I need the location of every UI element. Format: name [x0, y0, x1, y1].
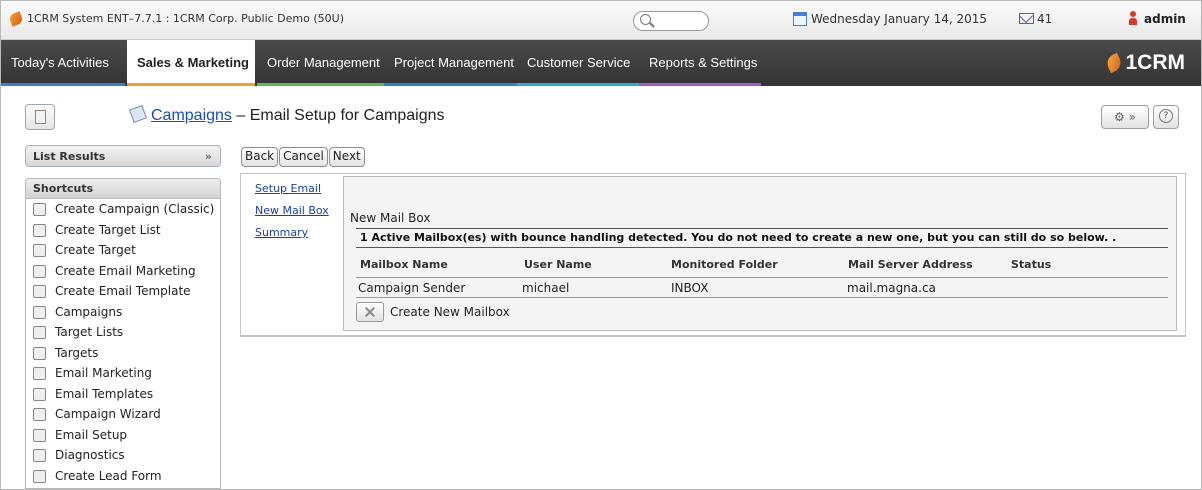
nav-color-bar: [517, 83, 639, 86]
nav-sales-marketing[interactable]: Sales & Marketing: [127, 40, 255, 86]
search-box[interactable]: [633, 11, 709, 31]
wizard-buttons: Back Cancel Next: [241, 147, 366, 167]
email-template-icon: [33, 285, 46, 298]
user-menu[interactable]: admin: [1144, 12, 1186, 26]
gear-icon: ⚙ »: [1114, 110, 1136, 124]
bounce-notice: 1 Active Mailbox(es) with bounce handlin…: [360, 231, 1117, 244]
help-icon: ?: [1159, 109, 1173, 123]
target-list-icon: [33, 326, 46, 339]
page-title: Campaigns – Email Setup for Campaigns: [129, 105, 444, 125]
lead-form-icon: [33, 469, 46, 483]
create-new-mailbox-button[interactable]: Create New Mailbox: [356, 302, 510, 322]
step-new-mail-box[interactable]: New Mail Box: [255, 204, 329, 217]
shortcut-email-templates[interactable]: Email Templates: [26, 384, 220, 405]
diagnostics-icon: [33, 449, 46, 462]
next-button[interactable]: Next: [328, 147, 365, 167]
divider: [356, 247, 1168, 248]
target-list-icon: [33, 223, 46, 237]
campaigns-link[interactable]: Campaigns: [151, 107, 232, 124]
nav-project-management[interactable]: Project Management: [384, 40, 517, 86]
user-icon[interactable]: [1129, 11, 1137, 25]
col-monitored-folder: Monitored Folder: [671, 258, 778, 271]
shortcut-email-marketing[interactable]: Email Marketing: [26, 363, 220, 384]
cell-mailbox-name: Campaign Sender: [358, 281, 466, 295]
shortcut-create-target-list[interactable]: Create Target List: [26, 220, 220, 241]
shortcut-email-setup[interactable]: Email Setup: [26, 425, 220, 446]
cell-user-name: michael: [522, 281, 570, 295]
cell-monitored-folder: INBOX: [671, 281, 709, 295]
mail-icon[interactable]: [1019, 13, 1034, 24]
divider: [356, 277, 1168, 278]
settings-menu-button[interactable]: ⚙ »: [1101, 105, 1149, 129]
document-icon: [35, 110, 46, 124]
nav-color-bar: [1, 83, 125, 86]
nav-color-bar: [257, 83, 384, 86]
shortcut-campaigns[interactable]: Campaigns: [26, 302, 220, 323]
shortcuts-panel: Shortcuts Create Campaign (Classic) Crea…: [25, 178, 221, 489]
divider: [356, 228, 1168, 229]
window-title: 1CRM System ENT–7.7.1 : 1CRM Corp. Publi…: [27, 12, 344, 25]
email-setup-icon: [33, 428, 46, 442]
shortcut-create-email-template[interactable]: Create Email Template: [26, 281, 220, 302]
nav-reports-settings[interactable]: Reports & Settings: [639, 40, 761, 86]
new-mailbox-section: New Mail Box 1 Active Mailbox(es) with b…: [343, 176, 1177, 331]
shortcut-create-lead-form[interactable]: Create Lead Form: [26, 466, 220, 487]
create-mailbox-icon[interactable]: [356, 302, 384, 322]
col-user-name: User Name: [524, 258, 592, 271]
app-window: 1CRM System ENT–7.7.1 : 1CRM Corp. Publi…: [0, 0, 1202, 490]
shortcut-create-email-marketing[interactable]: Create Email Marketing: [26, 261, 220, 282]
nav-customer-service[interactable]: Customer Service: [517, 40, 639, 86]
section-title: New Mail Box: [350, 211, 431, 225]
current-date[interactable]: Wednesday January 14, 2015: [811, 12, 987, 26]
list-results-panel[interactable]: List Results »: [25, 145, 221, 167]
mail-count[interactable]: 41: [1037, 12, 1052, 26]
target-icon: [33, 346, 46, 360]
wizard-panel: Setup Email New Mail Box Summary New Mai…: [240, 173, 1186, 337]
col-mail-server-address: Mail Server Address: [848, 258, 973, 271]
sidebar-toggle-button[interactable]: [25, 104, 55, 130]
email-marketing-icon: [33, 367, 46, 380]
col-status: Status: [1011, 258, 1052, 271]
cell-mail-server: mail.magna.ca: [847, 281, 936, 295]
campaign-icon: [33, 203, 46, 216]
col-mailbox-name: Mailbox Name: [360, 258, 448, 271]
nav-color-bar: [384, 83, 517, 86]
shortcut-create-target[interactable]: Create Target: [26, 240, 220, 261]
shortcut-diagnostics[interactable]: Diagnostics: [26, 445, 220, 466]
target-icon: [33, 244, 46, 257]
shortcut-targets[interactable]: Targets: [26, 343, 220, 364]
top-bar: 1CRM System ENT–7.7.1 : 1CRM Corp. Publi…: [1, 1, 1201, 40]
shortcut-campaign-wizard[interactable]: Campaign Wizard: [26, 404, 220, 425]
help-button[interactable]: ?: [1153, 105, 1179, 129]
shortcut-target-lists[interactable]: Target Lists: [26, 322, 220, 343]
leaf-logo-icon: [1104, 53, 1125, 74]
shortcuts-title: Shortcuts: [26, 179, 220, 199]
app-logo-icon: [8, 11, 24, 27]
nav-order-management[interactable]: Order Management: [257, 40, 384, 86]
cancel-button[interactable]: Cancel: [279, 147, 328, 167]
chevron-down-icon: »: [204, 150, 212, 163]
back-button[interactable]: Back: [241, 147, 279, 167]
nav-color-bar: [639, 83, 761, 86]
nav-todays-activities[interactable]: Today's Activities: [1, 40, 125, 86]
campaign-icon: [33, 305, 46, 319]
calendar-icon[interactable]: [793, 12, 807, 26]
step-summary[interactable]: Summary: [255, 226, 308, 239]
divider: [356, 297, 1168, 298]
email-marketing-icon: [33, 264, 46, 278]
shortcut-create-campaign-classic[interactable]: Create Campaign (Classic): [26, 199, 220, 220]
nav-color-bar: [127, 83, 255, 86]
main-nav: Today's Activities Sales & Marketing Ord…: [1, 40, 1201, 86]
campaigns-icon: [129, 105, 147, 123]
step-setup-email[interactable]: Setup Email: [255, 182, 321, 195]
brand-logo[interactable]: 1CRM: [1104, 51, 1185, 75]
wizard-icon: [33, 408, 46, 421]
email-template-icon: [33, 387, 46, 401]
